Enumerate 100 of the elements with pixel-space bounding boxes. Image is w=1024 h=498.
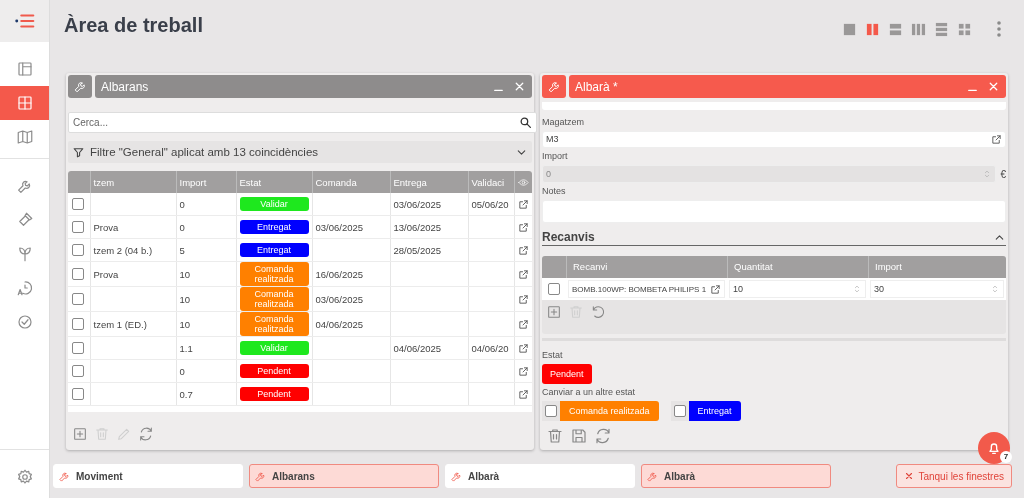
close-icon[interactable] bbox=[987, 80, 1000, 93]
table-cell: tzem 2 (04 b.) bbox=[93, 244, 153, 256]
external-link-icon[interactable] bbox=[517, 388, 529, 400]
field-label: Magatzem bbox=[542, 116, 586, 127]
status-badge: Comanda realitzada bbox=[239, 287, 309, 311]
column-header[interactable]: Comanda bbox=[312, 171, 390, 193]
table-cell: 0.7 bbox=[179, 388, 193, 400]
external-link-icon[interactable] bbox=[517, 365, 529, 377]
layout-icon[interactable] bbox=[865, 21, 880, 37]
external-link-icon[interactable] bbox=[710, 283, 721, 295]
status-button[interactable]: Comanda realitzada bbox=[560, 400, 659, 421]
status-badge: Entregat bbox=[239, 243, 309, 257]
table-cell: tzem 1 (ED.) bbox=[93, 318, 147, 330]
search-field[interactable]: Cerca... bbox=[68, 112, 537, 133]
table-cell: 13/06/2025 bbox=[393, 221, 442, 233]
table-cell: Prova bbox=[93, 268, 119, 280]
check-circle-icon bbox=[15, 313, 34, 331]
table-cell: 16/06/2025 bbox=[315, 268, 364, 280]
undo-icon[interactable] bbox=[590, 304, 606, 321]
row-checkbox[interactable] bbox=[72, 268, 84, 280]
table-cell: 03/06/2025 bbox=[393, 198, 442, 210]
panel-tools-button[interactable] bbox=[542, 75, 566, 98]
section-title: Recanvis bbox=[542, 230, 595, 245]
column-header[interactable]: Entrega bbox=[390, 171, 468, 193]
row-checkbox[interactable] bbox=[72, 244, 84, 256]
row-checkbox[interactable] bbox=[548, 283, 560, 296]
panel-icon bbox=[15, 60, 34, 78]
layout-icon[interactable] bbox=[957, 21, 972, 37]
external-link-icon[interactable] bbox=[517, 244, 529, 256]
window-tab[interactable]: Albarans bbox=[249, 464, 439, 488]
status-badge: Comanda realitzada bbox=[239, 312, 309, 336]
window-tab[interactable]: Albarà bbox=[445, 464, 635, 488]
table-cell: 10 bbox=[179, 293, 191, 305]
input-field[interactable]: M3 bbox=[542, 130, 1006, 149]
close-icon bbox=[904, 471, 915, 481]
part-field[interactable]: BOMB.100WP: BOMBETA PHILIPS 1 bbox=[568, 280, 725, 299]
row-checkbox[interactable] bbox=[72, 318, 84, 330]
refresh-icon[interactable] bbox=[594, 426, 612, 445]
column-header[interactable]: Validaci bbox=[468, 171, 514, 193]
add-icon[interactable] bbox=[546, 304, 562, 321]
table-cell: 03/06/2025 bbox=[315, 293, 364, 305]
currency-symbol: € bbox=[1000, 168, 1006, 180]
status-badge: Pendent bbox=[239, 387, 309, 401]
close-all-button[interactable]: Tanqui les finestres bbox=[896, 464, 1012, 488]
add-icon[interactable] bbox=[72, 426, 88, 442]
status-button[interactable]: Entregat bbox=[688, 400, 741, 421]
more-icon[interactable] bbox=[996, 20, 1002, 38]
field-label: Import bbox=[542, 151, 569, 162]
eye-icon[interactable] bbox=[517, 176, 529, 188]
row-checkbox[interactable] bbox=[72, 388, 84, 400]
table-cell: 05/06/20 bbox=[471, 198, 509, 210]
close-icon[interactable] bbox=[513, 80, 526, 93]
layout-icon[interactable] bbox=[842, 21, 857, 37]
table-cell: 0 bbox=[179, 221, 185, 233]
menu-button[interactable] bbox=[0, 0, 49, 42]
table-cell: 04/06/20 bbox=[471, 342, 509, 354]
external-link-icon[interactable] bbox=[517, 268, 529, 280]
panel-title: Albarà * bbox=[575, 79, 618, 94]
table-cell: 5 bbox=[179, 244, 185, 256]
filter-bar[interactable]: Filtre "General" aplicat amb 13 coincidències bbox=[68, 141, 532, 163]
window-tab[interactable]: Albarà bbox=[641, 464, 831, 488]
external-link-icon[interactable] bbox=[517, 318, 529, 330]
external-link-icon[interactable] bbox=[517, 221, 529, 233]
status-badge: Entregat bbox=[239, 220, 309, 234]
layout-icon[interactable] bbox=[934, 21, 949, 37]
wrench-icon bbox=[546, 79, 562, 94]
window-tab[interactable]: Moviment bbox=[53, 464, 243, 488]
panel-title: Albarans bbox=[101, 79, 149, 94]
section-header[interactable]: Recanvis bbox=[542, 230, 1006, 247]
field-label: Canviar a un altre estat bbox=[542, 386, 637, 397]
row-checkbox[interactable] bbox=[72, 221, 84, 233]
external-link-icon[interactable] bbox=[517, 293, 529, 305]
row-checkbox[interactable] bbox=[72, 293, 84, 305]
column-header[interactable]: Import bbox=[176, 171, 236, 193]
delete-icon[interactable] bbox=[546, 426, 564, 445]
amount-field[interactable]: 30 bbox=[870, 280, 1004, 299]
table-cell: 04/06/2025 bbox=[315, 318, 364, 330]
layout-icon[interactable] bbox=[911, 21, 926, 37]
column-header[interactable]: Estat bbox=[236, 171, 312, 193]
status-badge: Validar bbox=[239, 197, 309, 211]
panel-tools-button[interactable] bbox=[68, 75, 92, 98]
sidebar-item[interactable] bbox=[0, 86, 49, 120]
external-link-icon[interactable] bbox=[517, 342, 529, 354]
refresh-icon[interactable] bbox=[138, 426, 154, 442]
table-cell: 1.1 bbox=[179, 342, 193, 354]
person-clock-icon bbox=[15, 279, 34, 297]
table-cell: 04/06/2025 bbox=[393, 342, 442, 354]
row-checkbox[interactable] bbox=[72, 365, 84, 377]
save-icon[interactable] bbox=[570, 426, 588, 445]
table-cell: 10 bbox=[179, 318, 191, 330]
row-checkbox[interactable] bbox=[72, 198, 84, 210]
column-header[interactable]: tzem bbox=[90, 171, 176, 193]
external-link-icon[interactable] bbox=[517, 198, 529, 210]
option-checkbox[interactable] bbox=[545, 404, 557, 417]
external-link-icon[interactable] bbox=[991, 133, 1002, 145]
layout-icon[interactable] bbox=[888, 21, 903, 37]
row-checkbox[interactable] bbox=[72, 342, 84, 354]
option-checkbox[interactable] bbox=[673, 404, 686, 417]
status-badge: Pendent bbox=[542, 363, 592, 384]
quantity-field[interactable]: 10 bbox=[729, 280, 866, 299]
